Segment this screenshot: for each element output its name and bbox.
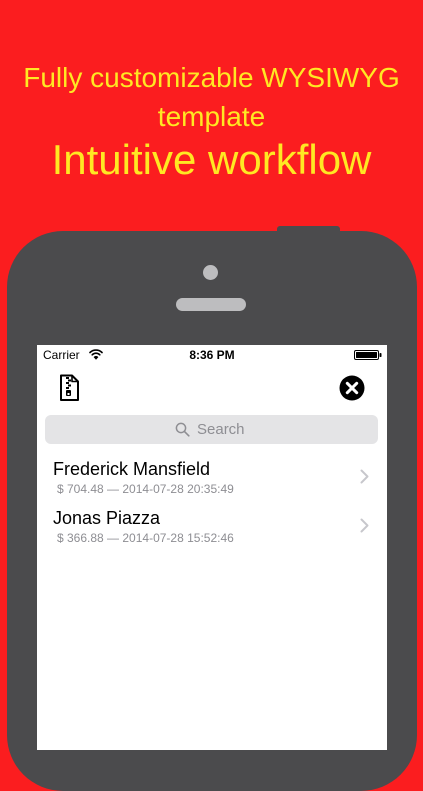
toolbar — [37, 365, 387, 411]
item-detail: $ 704.48 — 2014-07-28 20:35:49 — [57, 482, 234, 496]
close-icon[interactable] — [339, 375, 365, 401]
document-list: Frederick Mansfield $ 704.48 — 2014-07-2… — [37, 453, 387, 551]
battery-icon — [354, 350, 382, 360]
search-input[interactable]: Search — [45, 415, 378, 444]
item-detail: $ 366.88 — 2014-07-28 15:52:46 — [57, 531, 234, 545]
chevron-right-icon — [360, 518, 369, 533]
promo-line-2: template — [157, 101, 266, 132]
zip-file-icon[interactable] — [57, 374, 81, 402]
item-name: Jonas Piazza — [53, 508, 161, 528]
list-item[interactable]: Jonas Piazza $ 366.88 — 2014-07-28 15:52… — [37, 502, 387, 551]
phone-camera — [203, 265, 218, 280]
search-icon — [175, 422, 190, 437]
promo-headline: Intuitive workflow — [51, 136, 372, 183]
status-bar: Carrier 8:36 PM — [37, 345, 387, 365]
phone-speaker — [176, 298, 246, 311]
promo-line-1: Fully customizable WYSIWYG — [23, 62, 400, 93]
status-time: 8:36 PM — [189, 348, 235, 362]
search-placeholder: Search — [197, 421, 245, 438]
phone-screen: Carrier 8:36 PM Search Frederick Mansfie… — [37, 345, 387, 750]
chevron-right-icon — [360, 469, 369, 484]
item-name: Frederick Mansfield — [53, 459, 211, 479]
list-item[interactable]: Frederick Mansfield $ 704.48 — 2014-07-2… — [37, 453, 387, 502]
